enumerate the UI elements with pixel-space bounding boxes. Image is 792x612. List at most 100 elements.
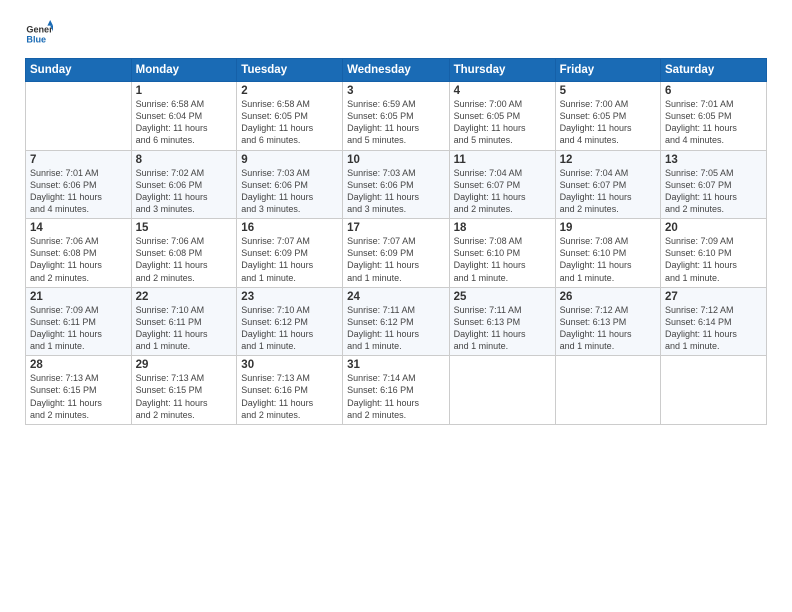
day-number: 18 [454, 222, 551, 234]
calendar-cell: 29Sunrise: 7:13 AMSunset: 6:15 PMDayligh… [131, 356, 237, 425]
day-number: 1 [136, 85, 233, 97]
day-number: 4 [454, 85, 551, 97]
day-number: 31 [347, 359, 445, 371]
day-number: 22 [136, 291, 233, 303]
calendar-week-row: 7Sunrise: 7:01 AMSunset: 6:06 PMDaylight… [26, 150, 767, 219]
calendar-cell: 2Sunrise: 6:58 AMSunset: 6:05 PMDaylight… [237, 82, 343, 151]
calendar-cell: 21Sunrise: 7:09 AMSunset: 6:11 PMDayligh… [26, 287, 132, 356]
day-number: 10 [347, 154, 445, 166]
calendar-week-row: 1Sunrise: 6:58 AMSunset: 6:04 PMDaylight… [26, 82, 767, 151]
calendar-cell: 7Sunrise: 7:01 AMSunset: 6:06 PMDaylight… [26, 150, 132, 219]
day-info: Sunrise: 6:59 AMSunset: 6:05 PMDaylight:… [347, 98, 445, 147]
weekday-header: Sunday [26, 59, 132, 82]
calendar-cell: 15Sunrise: 7:06 AMSunset: 6:08 PMDayligh… [131, 219, 237, 288]
day-info: Sunrise: 7:03 AMSunset: 6:06 PMDaylight:… [241, 167, 338, 216]
day-info: Sunrise: 7:01 AMSunset: 6:05 PMDaylight:… [665, 98, 762, 147]
day-number: 12 [560, 154, 656, 166]
day-info: Sunrise: 7:04 AMSunset: 6:07 PMDaylight:… [560, 167, 656, 216]
calendar-cell [449, 356, 555, 425]
day-info: Sunrise: 7:13 AMSunset: 6:16 PMDaylight:… [241, 372, 338, 421]
logo: General Blue [25, 20, 53, 48]
day-number: 24 [347, 291, 445, 303]
calendar-cell: 28Sunrise: 7:13 AMSunset: 6:15 PMDayligh… [26, 356, 132, 425]
day-number: 27 [665, 291, 762, 303]
day-info: Sunrise: 7:00 AMSunset: 6:05 PMDaylight:… [454, 98, 551, 147]
day-info: Sunrise: 7:07 AMSunset: 6:09 PMDaylight:… [241, 235, 338, 284]
weekday-header: Friday [555, 59, 660, 82]
day-number: 6 [665, 85, 762, 97]
day-number: 28 [30, 359, 127, 371]
day-info: Sunrise: 7:09 AMSunset: 6:10 PMDaylight:… [665, 235, 762, 284]
day-info: Sunrise: 7:14 AMSunset: 6:16 PMDaylight:… [347, 372, 445, 421]
day-number: 7 [30, 154, 127, 166]
calendar-cell: 17Sunrise: 7:07 AMSunset: 6:09 PMDayligh… [343, 219, 450, 288]
day-info: Sunrise: 7:12 AMSunset: 6:14 PMDaylight:… [665, 304, 762, 353]
svg-text:Blue: Blue [26, 34, 46, 44]
day-number: 21 [30, 291, 127, 303]
calendar-cell: 5Sunrise: 7:00 AMSunset: 6:05 PMDaylight… [555, 82, 660, 151]
day-info: Sunrise: 7:08 AMSunset: 6:10 PMDaylight:… [454, 235, 551, 284]
calendar-week-row: 28Sunrise: 7:13 AMSunset: 6:15 PMDayligh… [26, 356, 767, 425]
day-number: 8 [136, 154, 233, 166]
calendar-cell: 11Sunrise: 7:04 AMSunset: 6:07 PMDayligh… [449, 150, 555, 219]
day-number: 19 [560, 222, 656, 234]
day-info: Sunrise: 7:05 AMSunset: 6:07 PMDaylight:… [665, 167, 762, 216]
calendar-cell [555, 356, 660, 425]
day-info: Sunrise: 7:06 AMSunset: 6:08 PMDaylight:… [30, 235, 127, 284]
svg-text:General: General [26, 25, 53, 35]
calendar-cell: 26Sunrise: 7:12 AMSunset: 6:13 PMDayligh… [555, 287, 660, 356]
day-number: 5 [560, 85, 656, 97]
calendar-cell: 23Sunrise: 7:10 AMSunset: 6:12 PMDayligh… [237, 287, 343, 356]
day-info: Sunrise: 7:11 AMSunset: 6:12 PMDaylight:… [347, 304, 445, 353]
calendar-week-row: 14Sunrise: 7:06 AMSunset: 6:08 PMDayligh… [26, 219, 767, 288]
logo-icon: General Blue [25, 20, 53, 48]
weekday-header: Thursday [449, 59, 555, 82]
calendar-cell: 10Sunrise: 7:03 AMSunset: 6:06 PMDayligh… [343, 150, 450, 219]
day-info: Sunrise: 7:13 AMSunset: 6:15 PMDaylight:… [30, 372, 127, 421]
day-info: Sunrise: 6:58 AMSunset: 6:04 PMDaylight:… [136, 98, 233, 147]
day-number: 23 [241, 291, 338, 303]
day-info: Sunrise: 7:09 AMSunset: 6:11 PMDaylight:… [30, 304, 127, 353]
day-number: 13 [665, 154, 762, 166]
day-info: Sunrise: 7:10 AMSunset: 6:12 PMDaylight:… [241, 304, 338, 353]
calendar-cell: 4Sunrise: 7:00 AMSunset: 6:05 PMDaylight… [449, 82, 555, 151]
day-number: 14 [30, 222, 127, 234]
weekday-header-row: SundayMondayTuesdayWednesdayThursdayFrid… [26, 59, 767, 82]
day-number: 16 [241, 222, 338, 234]
weekday-header: Wednesday [343, 59, 450, 82]
calendar-cell: 13Sunrise: 7:05 AMSunset: 6:07 PMDayligh… [661, 150, 767, 219]
calendar-cell: 8Sunrise: 7:02 AMSunset: 6:06 PMDaylight… [131, 150, 237, 219]
day-info: Sunrise: 7:07 AMSunset: 6:09 PMDaylight:… [347, 235, 445, 284]
calendar-cell: 14Sunrise: 7:06 AMSunset: 6:08 PMDayligh… [26, 219, 132, 288]
calendar-cell [26, 82, 132, 151]
weekday-header: Monday [131, 59, 237, 82]
calendar-cell: 27Sunrise: 7:12 AMSunset: 6:14 PMDayligh… [661, 287, 767, 356]
calendar-cell [661, 356, 767, 425]
calendar-cell: 12Sunrise: 7:04 AMSunset: 6:07 PMDayligh… [555, 150, 660, 219]
weekday-header: Tuesday [237, 59, 343, 82]
day-number: 17 [347, 222, 445, 234]
day-info: Sunrise: 7:04 AMSunset: 6:07 PMDaylight:… [454, 167, 551, 216]
day-number: 11 [454, 154, 551, 166]
day-number: 20 [665, 222, 762, 234]
day-info: Sunrise: 6:58 AMSunset: 6:05 PMDaylight:… [241, 98, 338, 147]
day-info: Sunrise: 7:01 AMSunset: 6:06 PMDaylight:… [30, 167, 127, 216]
weekday-header: Saturday [661, 59, 767, 82]
day-info: Sunrise: 7:12 AMSunset: 6:13 PMDaylight:… [560, 304, 656, 353]
calendar-cell: 3Sunrise: 6:59 AMSunset: 6:05 PMDaylight… [343, 82, 450, 151]
calendar-cell: 30Sunrise: 7:13 AMSunset: 6:16 PMDayligh… [237, 356, 343, 425]
calendar-table: SundayMondayTuesdayWednesdayThursdayFrid… [25, 58, 767, 425]
day-info: Sunrise: 7:10 AMSunset: 6:11 PMDaylight:… [136, 304, 233, 353]
calendar-cell: 6Sunrise: 7:01 AMSunset: 6:05 PMDaylight… [661, 82, 767, 151]
day-info: Sunrise: 7:02 AMSunset: 6:06 PMDaylight:… [136, 167, 233, 216]
day-number: 15 [136, 222, 233, 234]
day-number: 2 [241, 85, 338, 97]
day-info: Sunrise: 7:08 AMSunset: 6:10 PMDaylight:… [560, 235, 656, 284]
day-info: Sunrise: 7:03 AMSunset: 6:06 PMDaylight:… [347, 167, 445, 216]
header: General Blue [25, 20, 767, 48]
calendar-cell: 1Sunrise: 6:58 AMSunset: 6:04 PMDaylight… [131, 82, 237, 151]
day-number: 9 [241, 154, 338, 166]
calendar-cell: 31Sunrise: 7:14 AMSunset: 6:16 PMDayligh… [343, 356, 450, 425]
calendar-cell: 9Sunrise: 7:03 AMSunset: 6:06 PMDaylight… [237, 150, 343, 219]
calendar-cell: 25Sunrise: 7:11 AMSunset: 6:13 PMDayligh… [449, 287, 555, 356]
